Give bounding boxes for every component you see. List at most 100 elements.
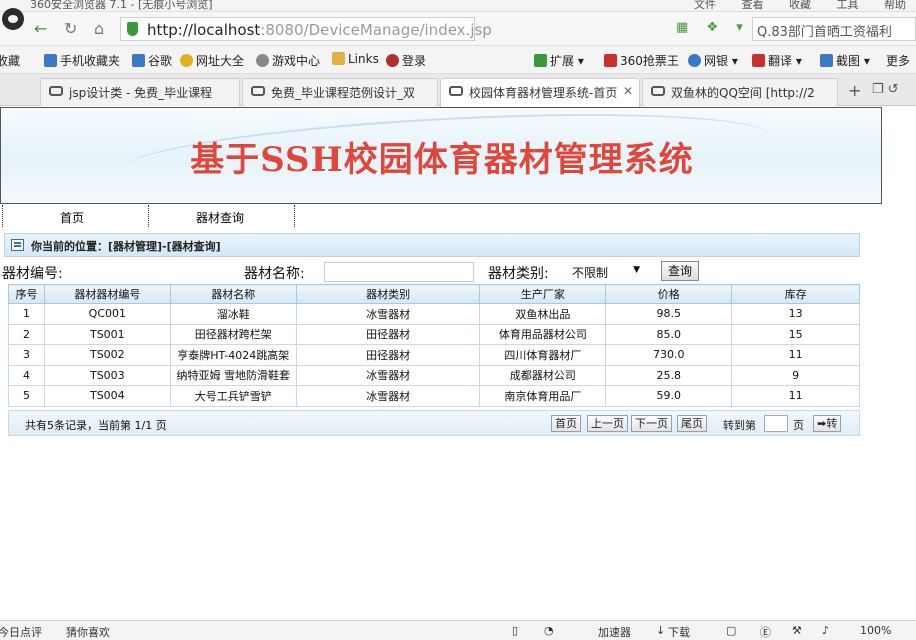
tab-favicon-icon [49,86,63,96]
tab-jsp-design[interactable]: jsp设计类 - 免费_毕业课程 [40,78,240,106]
table-row: 4 TS003 纳特亚姆 雪地防滑鞋套 冰雪器材 成都器材公司 25.8 9 [8,364,860,386]
cell-index: 2 [8,323,45,345]
fav-item-google[interactable]: 谷歌 [132,52,172,69]
status-guess[interactable]: 猜你喜欢 [66,624,110,640]
col-header-type: 器材类别 [295,284,481,304]
browser-logo-icon [2,8,24,30]
favorites-bar: 收藏 手机收藏夹 谷歌 网址大全 游戏中心 Links 登录 扩展 ▾ 360抢… [0,46,916,74]
prev-page-button[interactable]: 上一页 [587,415,628,432]
cell-price: 85.0 [605,323,733,345]
fav-item-bank[interactable]: 网银 ▾ [688,52,738,69]
url-field[interactable]: http://localhost:8080/DeviceManage/index… [120,17,492,41]
cell-price: 59.0 [605,385,733,407]
status-download[interactable]: 下载 [668,624,690,640]
cell-code: TS002 [43,344,171,366]
fav-item-extend[interactable]: 扩展 ▾ [534,52,584,69]
menu-item-device-query[interactable]: 器材查询 [196,209,244,226]
title-menu-help[interactable]: 帮助 [884,0,906,11]
title-menu: 文件 查看 收藏 工具 帮助 [672,0,906,11]
address-icons: ▦ ❖ ▾ [676,20,757,35]
tab-qq-space[interactable]: 双鱼林的QQ空间 [http://2 [642,78,838,106]
ie-icon[interactable]: Ⓔ [760,624,771,640]
cell-stock: 9 [731,364,860,386]
search-input[interactable]: Q.83部门首晒工资福利 [752,17,916,41]
folder-icon [332,52,345,65]
query-button[interactable]: 查询 [661,261,699,281]
next-page-button[interactable]: 下一页 [631,415,672,432]
status-accelerator[interactable]: 加速器 [598,624,631,640]
fav-item-translate[interactable]: 翻译 ▾ [752,52,802,69]
close-tab-icon[interactable]: ✕ [623,84,633,98]
cell-index: 4 [8,364,45,386]
tab-free-course[interactable]: 免费_毕业课程范例设计_双 [242,78,438,106]
device-type-select[interactable]: 不限制 ▼ [568,262,644,282]
refresh-icon[interactable]: ↻ [64,20,77,38]
phone-icon[interactable]: ▯ [512,624,518,637]
back-arrow-icon[interactable]: ← [34,20,47,38]
banner-title: 基于SSH校园体育器材管理系统 [190,140,694,180]
chevron-down-icon: ▼ [633,265,640,275]
qr-code-icon[interactable]: ▦ [676,20,688,35]
cell-maker: 双鱼林出品 [479,303,607,325]
volume-icon[interactable]: ♪ [822,624,829,637]
fav-item-games[interactable]: 游戏中心 [256,52,320,69]
first-page-button[interactable]: 首页 [551,415,581,432]
fav-item-mobile[interactable]: 手机收藏夹 [44,52,120,69]
fav-item-collect[interactable]: 收藏 [0,52,20,69]
cell-stock: 11 [731,344,860,366]
login-icon [386,54,399,67]
google-icon [132,54,145,67]
speed-icon[interactable]: ◔ [544,624,554,637]
goto-button[interactable]: ➡转 [813,415,842,432]
title-menu-tools[interactable]: 工具 [837,0,859,11]
page-unit-label: 页 [793,419,804,432]
menu-item-home[interactable]: 首页 [60,209,84,226]
window-title-bar: 360安全浏览器 7.1 - [无痕小号浏览] 文件 查看 收藏 工具 帮助 [0,0,916,12]
title-menu-file[interactable]: 文件 [694,0,716,11]
cell-type: 冰雪器材 [295,303,481,325]
tab-favicon-icon [251,86,265,96]
menu-divider [2,205,3,227]
fav-item-ticket[interactable]: 360抢票王 [604,52,679,69]
cell-type: 田径器材 [295,323,481,345]
window-icon[interactable]: ▢ [726,624,736,637]
last-page-button[interactable]: 尾页 [677,415,707,432]
device-type-label: 器材类别: [488,266,549,282]
status-review[interactable]: 今日点评 [0,624,42,640]
status-bar: 今日点评 猜你喜欢 ▯ ◔ 加速器 ↓ 下载 ▢ Ⓔ ⚒ ♪ 100% [0,620,916,640]
zoom-level[interactable]: 100% [860,624,891,637]
dropdown-icon[interactable]: ▾ [736,20,743,35]
tab-favicon-icon [651,86,665,96]
record-count-text: 共有5条记录，当前第 1/1 页 [25,419,167,432]
cell-maker: 南京体育用品厂 [479,385,607,407]
title-menu-favorites[interactable]: 收藏 [789,0,811,11]
download-icon[interactable]: ↓ [656,624,665,637]
col-header-price: 价格 [605,284,733,304]
puzzle-icon[interactable]: ❖ [706,20,718,35]
fav-item-more[interactable]: 更多 [886,52,910,69]
tab-tools-icon[interactable]: ❐↺ [872,82,903,97]
window-title: 360安全浏览器 7.1 - [无痕小号浏览] [30,0,213,11]
location-icon [11,239,24,251]
cell-name: 纳特亚姆 雪地防滑鞋套 [169,364,297,386]
fav-item-login[interactable]: 登录 [386,52,426,69]
col-header-index: 序号 [8,284,45,304]
phone-icon [44,54,57,67]
cell-name: 田径器材跨栏架 [169,323,297,345]
new-tab-icon[interactable]: + [848,81,861,100]
tab-favicon-icon [449,86,463,96]
search-bar: 器材编号: 器材名称: 器材类别: 不限制 ▼ 查询 [0,260,870,284]
title-menu-view[interactable]: 查看 [742,0,764,11]
cell-name: 亨泰牌HT-4024跳高架 [169,344,297,366]
cell-name: 溜冰鞋 [169,303,297,325]
tools-icon[interactable]: ⚒ [792,624,802,637]
fav-item-links[interactable]: Links [332,52,379,66]
cell-name: 大号工兵铲雪铲 [169,385,297,407]
device-name-input[interactable] [324,262,474,282]
fav-item-screenshot[interactable]: 截图 ▾ [820,52,870,69]
tab-campus-sports[interactable]: 校园体育器材管理系统-首页 ✕ [440,78,640,107]
home-icon[interactable]: ⌂ [94,20,104,38]
device-code-label: 器材编号: [2,266,63,282]
goto-page-input[interactable] [764,415,788,432]
fav-item-sites[interactable]: 网址大全 [180,52,244,69]
